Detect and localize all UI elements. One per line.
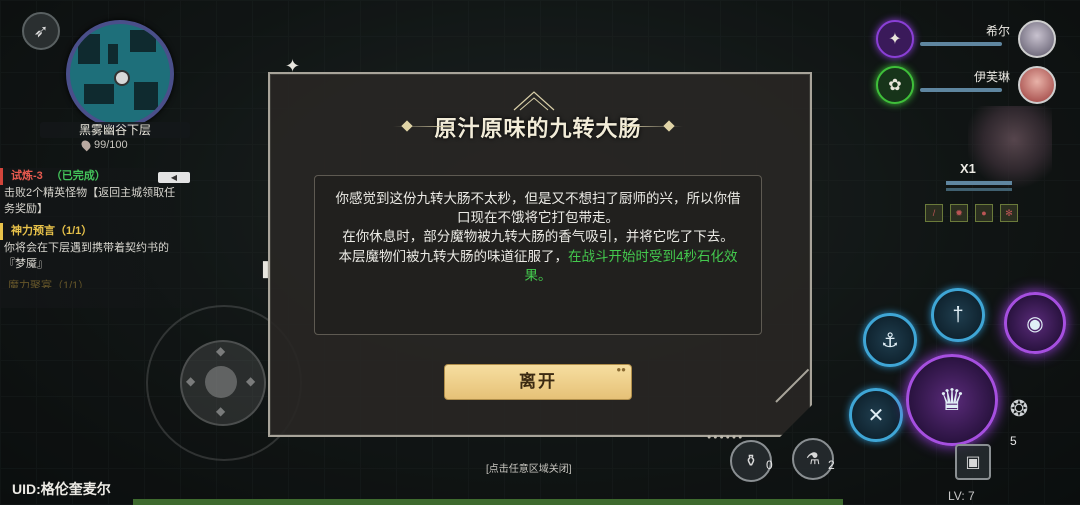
- skill-sword-icon[interactable]: †: [931, 288, 985, 342]
- arrow-left-icon: ◆: [186, 374, 196, 388]
- quest-panel[interactable]: 试炼-3 （已完成） ◀ 击败2个精英怪物【返回主城领取任务奖励】 神力预言（1/…: [0, 168, 192, 308]
- skill-rune-icon: ✿: [876, 66, 914, 104]
- player-marker-icon: [114, 70, 130, 86]
- dialog-title: 原汁原味的九转大肠: [434, 116, 642, 142]
- quest-title-faded: 魔力聚宴（1/1）: [8, 280, 90, 288]
- quest-title: 神力预言（1/1）: [0, 223, 192, 240]
- sparkle-icon: ▐: [258, 261, 268, 277]
- diamond-ornament-icon: [401, 120, 413, 132]
- player-uid: UID:格伦奎麦尔: [12, 481, 111, 497]
- party-member[interactable]: ✦ 希尔: [876, 20, 1056, 58]
- party-member[interactable]: ✿ 伊芙琳: [876, 66, 1056, 104]
- minimap[interactable]: [66, 20, 174, 128]
- flame-buff-icon: ✹: [950, 204, 968, 222]
- hero-mp-bar: [946, 188, 1012, 191]
- skill-eye-icon[interactable]: ◉: [1004, 292, 1066, 354]
- area-name: 黑雾幽谷下层: [40, 122, 190, 138]
- sparkle-icon: ✦: [285, 56, 301, 76]
- hero-portrait: [968, 106, 1052, 190]
- skill-ultimate-icon[interactable]: ♛: [906, 354, 998, 446]
- arrow-up-icon: ◆: [216, 344, 226, 358]
- dialog-dots-ornament: ●●●●●●: [707, 434, 745, 441]
- collapse-arrow-icon[interactable]: ◀: [158, 172, 190, 183]
- hp-counter: 99/100: [79, 138, 128, 152]
- dash-icon[interactable]: ❂: [1002, 392, 1036, 426]
- skill-shield-icon[interactable]: ⚓: [863, 313, 917, 367]
- hero-multiplier: X1: [960, 161, 976, 176]
- meat-buff-icon: ●: [975, 204, 993, 222]
- potion-count: 0: [766, 458, 773, 472]
- avatar: [1018, 20, 1056, 58]
- wing-icon[interactable]: ➶: [22, 12, 60, 50]
- hero-hp-bar: [946, 181, 1012, 185]
- backpack-icon[interactable]: ▣: [955, 444, 991, 480]
- member-name: 伊芙琳: [973, 70, 1010, 84]
- member-hp-bar: [920, 88, 1002, 92]
- arrow-down-icon: ◆: [216, 404, 226, 418]
- sword-buff-icon: /: [925, 204, 943, 222]
- quest-description: 你将会在下层遇到携带着契约书的『梦魇』: [4, 242, 169, 270]
- flask-count: 2: [828, 458, 835, 472]
- close-hint: [点击任意区域关闭]: [486, 464, 572, 475]
- gear-buff-icon: ✻: [1000, 204, 1018, 222]
- story-paragraph: 你感觉到这份九转大肠不太秒，但是又不想扫了厨师的兴，所以你借口现在不饿将它打包带…: [335, 191, 741, 226]
- result-paragraph: 本层魔物们被九转大肠的味道征服了，在战斗开始时受到4秒石化效果。: [338, 248, 738, 283]
- leave-button[interactable]: 离开 ●●: [444, 364, 632, 400]
- dialog-text-box: 你感觉到这份九转大肠不太秒，但是又不想扫了厨师的兴，所以你借口现在不饿将它打包带…: [314, 175, 762, 335]
- diamond-ornament-icon: [663, 120, 675, 132]
- member-hp-bar: [920, 42, 1002, 46]
- experience-bar: [133, 499, 843, 505]
- member-name: 希尔: [985, 24, 1010, 38]
- blood-drop-icon: [79, 138, 93, 152]
- dash-count: 5: [1010, 434, 1017, 448]
- joystick-knob[interactable]: [205, 366, 237, 398]
- arrow-right-icon: ◆: [246, 374, 256, 388]
- buff-list: / ✹ ● ✻: [925, 204, 1018, 222]
- skill-rune-icon: ✦: [876, 20, 914, 58]
- level-label: LV: 7: [948, 489, 975, 503]
- avatar: [1018, 66, 1056, 104]
- quest-description: 击败2个精英怪物【返回主城领取任务奖励】: [4, 187, 176, 215]
- dialog-title-bar: 原汁原味的九转大肠: [393, 104, 683, 150]
- story-paragraph: 在你休息时，部分魔物被九转大肠的香气吸引，并将它吃了下去。: [342, 229, 734, 245]
- skill-slash-icon[interactable]: ✕: [849, 388, 903, 442]
